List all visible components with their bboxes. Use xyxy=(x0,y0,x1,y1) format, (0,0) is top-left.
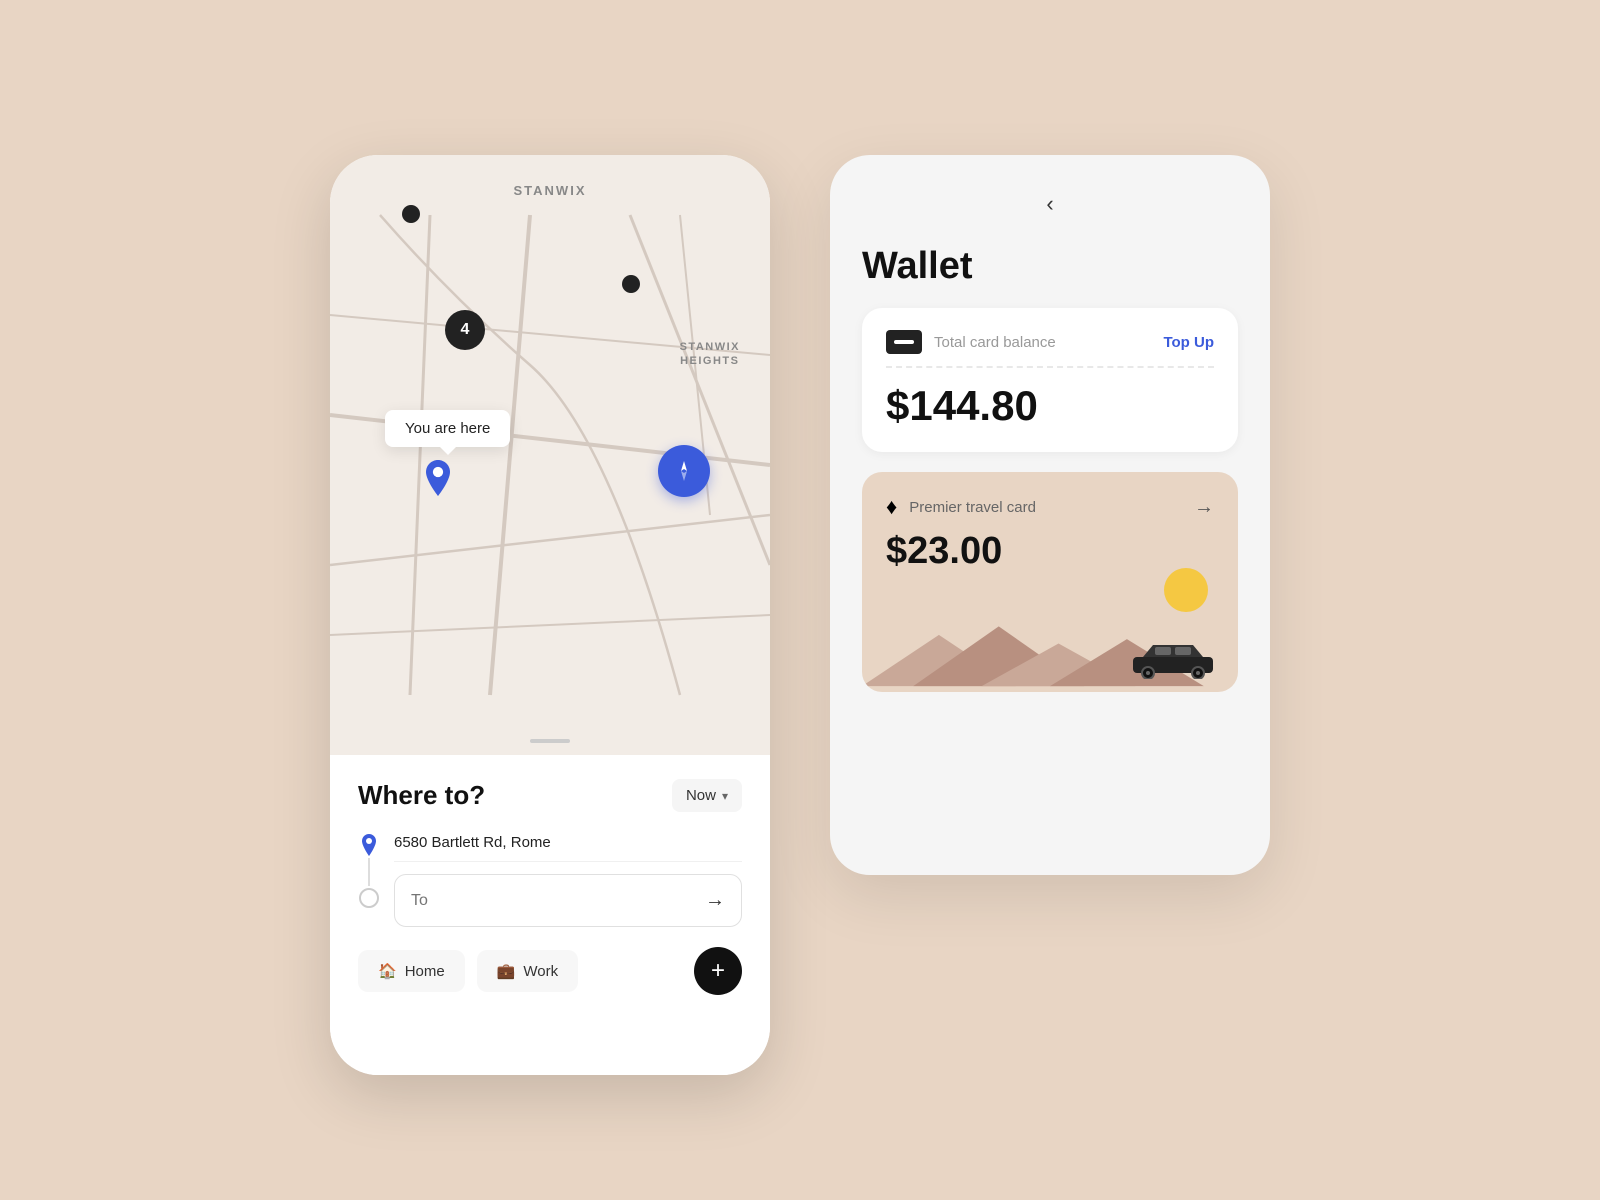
from-pin-icon xyxy=(358,834,380,856)
left-phone: STANWIX STANWIXHEIGHTS 4 You are here xyxy=(330,155,770,1075)
stanwix-heights-label: STANWIXHEIGHTS xyxy=(680,340,740,369)
scroll-indicator xyxy=(530,739,570,743)
wallet-title: Wallet xyxy=(862,245,1238,288)
to-input[interactable] xyxy=(411,892,705,910)
travel-amount: $23.00 xyxy=(886,530,1214,573)
where-to-row: Where to? Now ▾ xyxy=(358,779,742,812)
to-row[interactable]: → xyxy=(394,874,742,927)
travel-arrow-icon[interactable]: → xyxy=(1194,496,1214,519)
to-circle-icon xyxy=(359,888,379,908)
now-label: Now xyxy=(686,787,716,804)
now-button[interactable]: Now ▾ xyxy=(672,779,742,812)
balance-card: Total card balance Top Up $144.80 xyxy=(862,308,1238,452)
bottom-panel: Where to? Now ▾ xyxy=(330,755,770,1075)
balance-divider xyxy=(886,366,1214,368)
you-are-here-bubble: You are here xyxy=(385,410,510,447)
home-icon: 🏠 xyxy=(378,962,397,980)
stanwix-label: STANWIX xyxy=(514,183,587,198)
sun-decoration xyxy=(1164,568,1208,612)
travel-label: Premier travel card xyxy=(909,499,1036,516)
back-button[interactable]: ‹ xyxy=(862,191,1238,217)
map-dot-1 xyxy=(402,205,420,223)
top-up-button[interactable]: Top Up xyxy=(1163,334,1214,351)
travel-card: ♦ Premier travel card → $23.00 xyxy=(862,472,1238,692)
work-button[interactable]: 💼 Work xyxy=(477,950,578,992)
shortcut-row: 🏠 Home 💼 Work + xyxy=(358,947,742,995)
work-icon: 💼 xyxy=(497,962,516,980)
addr-line xyxy=(368,858,370,886)
chevron-down-icon: ▾ xyxy=(722,789,728,803)
balance-label: Total card balance xyxy=(934,334,1056,351)
diamond-icon: ♦ xyxy=(886,494,897,520)
scene: STANWIX STANWIXHEIGHTS 4 You are here xyxy=(330,125,1270,1075)
from-address: 6580 Bartlett Rd, Rome xyxy=(394,834,742,861)
car-decoration xyxy=(1128,639,1218,684)
travel-card-top: ♦ Premier travel card → xyxy=(886,494,1214,520)
home-label: Home xyxy=(405,963,445,980)
balance-card-top: Total card balance Top Up xyxy=(886,330,1214,354)
travel-card-left: ♦ Premier travel card xyxy=(886,494,1036,520)
address-inputs: 6580 Bartlett Rd, Rome → xyxy=(394,834,742,927)
home-button[interactable]: 🏠 Home xyxy=(358,950,465,992)
compass-button[interactable] xyxy=(658,445,710,497)
balance-card-left: Total card balance xyxy=(886,330,1056,354)
to-arrow-icon: → xyxy=(705,889,725,912)
plus-icon: + xyxy=(711,957,725,985)
work-label: Work xyxy=(523,963,558,980)
card-icon xyxy=(886,330,922,354)
where-to-title: Where to? xyxy=(358,780,485,811)
blue-location-pin xyxy=(420,460,456,501)
wallet-panel: ‹ Wallet Total card balance Top Up $144.… xyxy=(830,155,1270,875)
address-section: 6580 Bartlett Rd, Rome → xyxy=(358,834,742,927)
map-dot-2 xyxy=(622,275,640,293)
add-button[interactable]: + xyxy=(694,947,742,995)
map-number-marker: 4 xyxy=(445,310,485,350)
address-icon-col xyxy=(358,834,380,908)
map-area: STANWIX STANWIXHEIGHTS 4 You are here xyxy=(330,155,770,755)
balance-amount: $144.80 xyxy=(886,382,1214,430)
